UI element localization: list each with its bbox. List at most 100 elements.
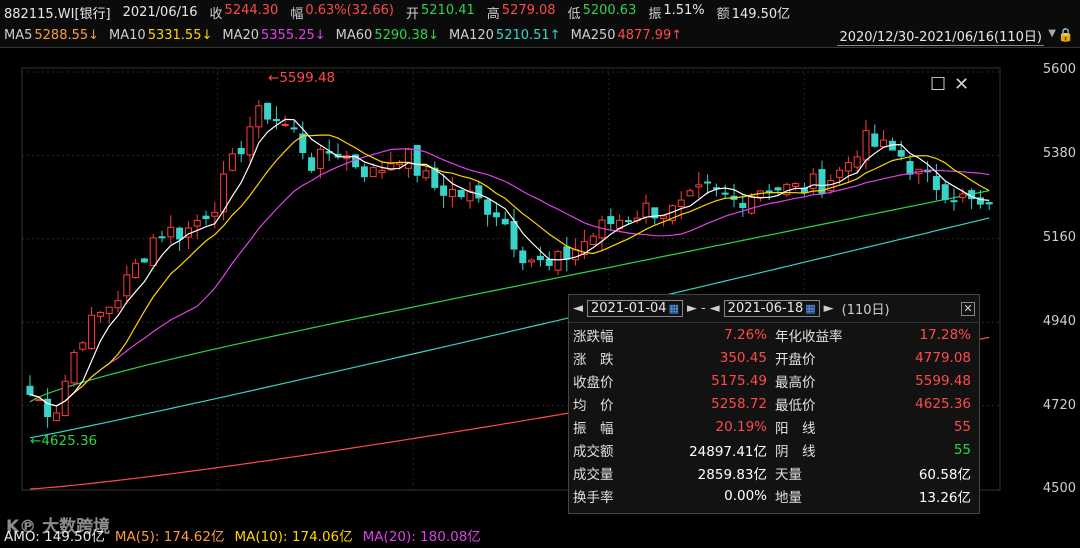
date-range-select[interactable]: 2020/12/30-2021/06/16(110日): [837, 26, 1044, 46]
stat-label-2: 最低价: [775, 397, 816, 414]
calendar-icon[interactable]: ▦: [669, 302, 679, 315]
candle-body: [193, 220, 201, 227]
candle-body: [897, 150, 905, 157]
stat-value-2: 60.58亿: [918, 466, 971, 483]
candle-body: [88, 314, 96, 350]
stat-value-2: 4779.08: [915, 349, 971, 366]
stat-value: 2859.83亿: [697, 466, 767, 483]
maximize-icon[interactable]: ☐: [930, 74, 946, 95]
stat-label: 涨 跌: [573, 351, 614, 368]
ma20-field: MA20 5355.25↓: [222, 28, 326, 43]
candle-body: [360, 166, 368, 178]
stat-value: 5258.72: [711, 395, 767, 412]
calendar-icon[interactable]: ▦: [805, 302, 815, 315]
candle-body: [123, 274, 131, 297]
candle-body: [176, 227, 184, 240]
volume-ma-bar: AMO: 149.50亿 MA(5): 174.62亿 MA(10): 174.…: [0, 521, 1080, 548]
stat-value-2: 13.26亿: [918, 489, 971, 506]
dropdown-caret-icon[interactable]: ▼: [1048, 28, 1056, 39]
candle-body: [607, 216, 615, 224]
stat-value: 350.45: [719, 349, 767, 366]
candle-body: [932, 176, 940, 191]
stats-row: 成交额 24897.41亿阴 线 55: [569, 438, 979, 461]
end-date-input[interactable]: 2021-06-18 ▦: [723, 300, 820, 317]
index-code[interactable]: 882115.WI[银行]: [4, 3, 111, 22]
next-end-icon[interactable]: ►: [824, 301, 834, 316]
candle-body: [396, 162, 404, 166]
ma10-field: MA10 5331.55↓: [109, 28, 213, 43]
stat-label: 均 价: [573, 397, 614, 414]
candle-body: [290, 127, 298, 130]
range-dash: -: [700, 301, 706, 316]
stat-label-2: 阳 线: [775, 420, 816, 437]
change-value: 0.63%(32.66): [305, 2, 394, 18]
change-field: 幅 0.63%(32.66): [290, 2, 394, 22]
candle-body: [528, 259, 536, 263]
panel-close-icon[interactable]: ✕: [961, 301, 975, 316]
range-bar: ◄ 2021-01-04 ▦ ► - ◄ 2021-06-18 ▦ ► (110日)…: [569, 295, 979, 323]
candle-body: [202, 215, 210, 220]
y-tick-5160: 5160: [1042, 230, 1076, 245]
candle-body: [52, 412, 60, 422]
candle-body: [422, 170, 430, 179]
candle-body: [281, 123, 289, 126]
stat-label: 振 幅: [573, 420, 614, 437]
candle-body: [686, 190, 694, 197]
days-count: (110日): [841, 303, 890, 318]
vol-ma10-value: MA(10): 174.06亿: [234, 528, 353, 545]
high-field: 高 5279.08: [486, 2, 556, 22]
ma250-field: MA250 4877.99↑: [570, 28, 683, 43]
candle-body: [211, 211, 219, 217]
candle-body: [721, 192, 729, 195]
vol-ma5-value: MA(5): 174.62亿: [114, 528, 225, 545]
candle-body: [79, 342, 87, 350]
candle-body: [660, 215, 668, 219]
candle-body: [501, 218, 509, 225]
low-field: 低 5200.63: [567, 2, 637, 22]
candle-body: [554, 251, 562, 271]
quote-date: 2021/06/16: [122, 4, 198, 20]
stat-label: 收盘价: [573, 374, 614, 391]
close-value: 5244.30: [224, 2, 279, 18]
candle-body: [624, 220, 632, 223]
low-value: 5200.63: [582, 2, 637, 18]
stat-value-2: 55: [953, 418, 971, 435]
stats-row: 振 幅 20.19% 阳 线 55: [569, 415, 979, 438]
prev-start-icon[interactable]: ◄: [573, 301, 583, 316]
y-tick-4940: 4940: [1042, 314, 1076, 329]
candle-body: [748, 195, 756, 214]
candle-body: [369, 167, 377, 178]
y-tick-5600: 5600: [1042, 62, 1076, 77]
prev-end-icon[interactable]: ◄: [710, 301, 720, 316]
stat-value-2: 5599.48: [915, 372, 971, 389]
max-label: ←5599.48: [268, 70, 336, 86]
candle-body: [792, 183, 800, 187]
stats-row: 收盘价 5175.49 最高价 5599.48: [569, 369, 979, 392]
ma120-field: MA120 5210.51↑: [448, 28, 561, 43]
lock-icon[interactable]: 🔒: [1058, 28, 1074, 43]
next-start-icon[interactable]: ►: [687, 301, 697, 316]
candle-body: [246, 126, 254, 156]
candle-body: [545, 258, 553, 266]
candle-body: [140, 258, 148, 263]
amp-field: 振 1.51%: [648, 2, 705, 22]
range-stats-panel: ◄ 2021-01-04 ▦ ► - ◄ 2021-06-18 ▦ ► (110日)…: [568, 294, 980, 514]
stat-label-2: 最高价: [775, 374, 816, 391]
candle-body: [827, 179, 835, 192]
close-field: 收 5244.30: [209, 2, 279, 22]
stat-value: 24897.41亿: [689, 443, 767, 460]
ma5-field: MA5 5288.55↓: [4, 28, 100, 43]
vol-ma20-value: MA(20): 180.08亿: [362, 528, 481, 545]
candle-body: [114, 300, 122, 309]
candle-body: [862, 130, 870, 161]
candle-body: [378, 169, 386, 174]
close-icon[interactable]: ✕: [954, 74, 969, 95]
candle-body: [228, 153, 236, 171]
stats-row: 涨跌幅 7.26% 年化收益率 17.28%: [569, 323, 979, 346]
start-date-input[interactable]: 2021-01-04 ▦: [587, 300, 683, 317]
candle-body: [105, 306, 113, 314]
stat-label-2: 年化收益率: [775, 328, 843, 345]
candle-body: [589, 235, 597, 245]
candle-body: [96, 311, 104, 317]
stats-row: 涨 跌 350.45 开盘价 4779.08: [569, 346, 979, 369]
